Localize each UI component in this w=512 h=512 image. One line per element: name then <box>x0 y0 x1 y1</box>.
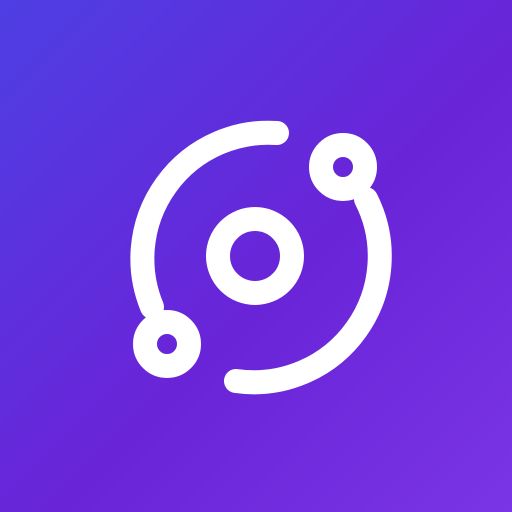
orbit-logo-icon <box>0 0 512 512</box>
app-icon-tile <box>0 0 512 512</box>
gradient-background <box>0 0 512 512</box>
